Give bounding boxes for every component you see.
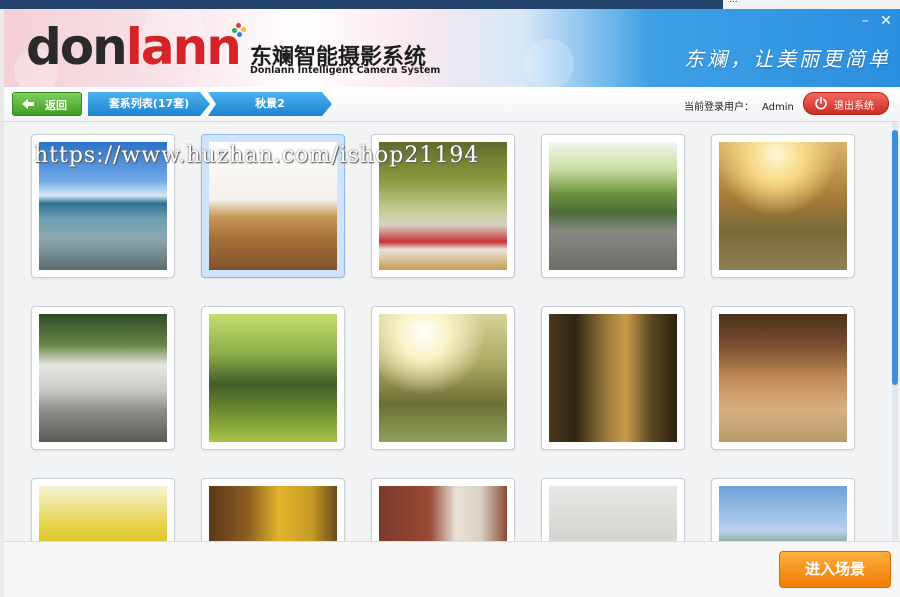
logout-button-label: 退出系统 <box>834 101 874 112</box>
scene-thumbnail-white-gate-trees[interactable] <box>31 306 175 450</box>
scene-photo <box>549 142 677 270</box>
scene-thumbnail-tree-lined-path[interactable] <box>541 306 685 450</box>
scene-photo <box>39 486 167 541</box>
vertical-scrollbar[interactable] <box>892 122 898 541</box>
enter-scene-button[interactable]: 进入场景 <box>779 551 891 588</box>
back-button-label: 返回 <box>45 99 67 112</box>
scene-thumbnail-autumn-building[interactable] <box>201 478 345 541</box>
footer-bar: 进入场景 <box>4 541 900 597</box>
scene-photo <box>209 314 337 442</box>
current-user-name: Admin <box>762 102 794 113</box>
scene-thumbnail-yellow-ginkgo[interactable] <box>31 478 175 541</box>
breadcrumb-current-series[interactable]: 秋景2 <box>208 92 332 116</box>
logo-dots-icon <box>232 23 246 37</box>
scene-photo <box>719 314 847 442</box>
scene-photo <box>209 486 337 541</box>
scene-thumbnail-sunlit-trees[interactable] <box>371 306 515 450</box>
logo-wordmark: donlann <box>26 18 242 76</box>
desktop-window-edge: ... <box>723 0 900 9</box>
slogan: 东斓，让美丽更简单 <box>684 47 891 71</box>
scene-thumbnail-brick-wall-sunlight[interactable] <box>711 306 855 450</box>
scene-photo <box>719 142 847 270</box>
scene-photo <box>379 486 507 541</box>
scene-photo <box>549 486 677 541</box>
scene-gallery <box>4 122 900 541</box>
scene-thumbnail-sunlit-cyclists[interactable] <box>711 134 855 278</box>
scrollbar-thumb[interactable] <box>892 130 898 385</box>
scene-thumbnail-dome-building-trees[interactable] <box>711 478 855 541</box>
watermark: https://www.huzhan.com/ishop21194 <box>34 143 480 168</box>
scene-thumbnail-green-tree-grove[interactable] <box>201 306 345 450</box>
scene-photo <box>719 486 847 541</box>
scene-photo <box>379 314 507 442</box>
back-button[interactable]: 返回 <box>12 92 82 116</box>
scene-thumbnail-white-wall-lamp[interactable] <box>541 478 685 541</box>
app-window: donlann 东斓智能摄影系统 Donlann Intelligent Cam… <box>4 9 900 597</box>
scene-thumbnail-brick-white-column[interactable] <box>371 478 515 541</box>
header-banner: donlann 东斓智能摄影系统 Donlann Intelligent Cam… <box>4 9 900 93</box>
breadcrumb-series-list[interactable]: 套系列表(17套) <box>88 92 210 116</box>
toolbar: 返回 套系列表(17套) 秋景2 当前登录用户： Admin 退出系统 <box>4 87 900 122</box>
scene-photo <box>39 314 167 442</box>
power-icon <box>815 96 827 110</box>
logout-button[interactable]: 退出系统 <box>803 92 889 115</box>
logo-english-title: Donlann Intelligent Camera System <box>250 65 441 76</box>
scene-photo <box>549 314 677 442</box>
current-user-label: 当前登录用户： <box>684 102 754 113</box>
desktop-corner-text: ... <box>729 0 738 5</box>
close-button[interactable]: ✕ <box>877 12 895 30</box>
minimize-button[interactable]: – <box>856 12 874 30</box>
back-arrow-icon <box>22 99 34 109</box>
scene-thumbnail-park-stairs[interactable] <box>541 134 685 278</box>
current-user-info: 当前登录用户： Admin <box>684 98 794 113</box>
